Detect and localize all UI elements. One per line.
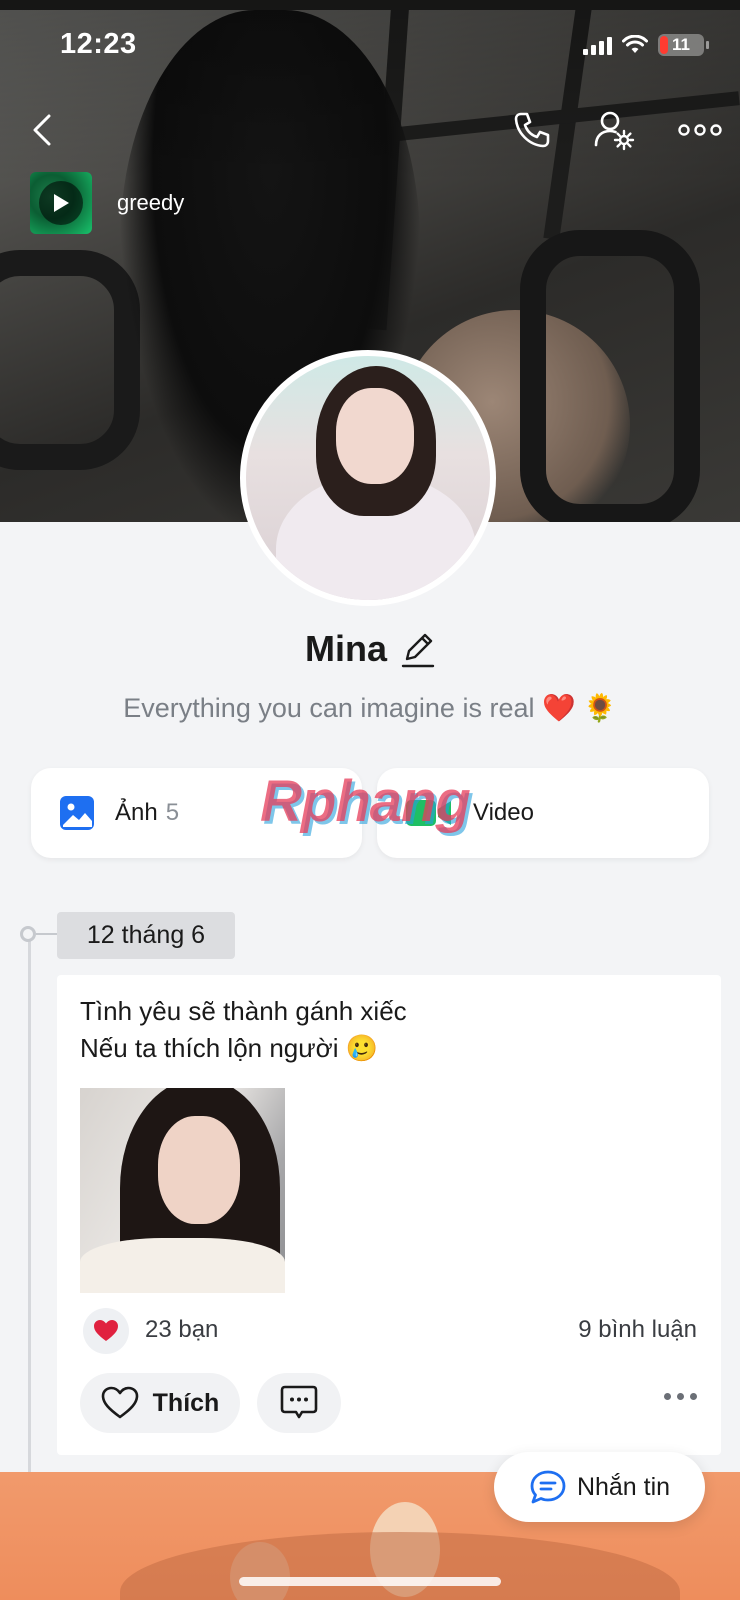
profile-bio: Everything you can imagine is real ❤️ 🌻 xyxy=(123,693,617,723)
play-button[interactable] xyxy=(39,181,83,225)
photos-count: 5 xyxy=(165,799,180,826)
ellipsis-icon xyxy=(678,124,722,136)
home-indicator xyxy=(239,1577,501,1586)
profile-name: Mina xyxy=(304,628,387,669)
status-time: 12:23 xyxy=(60,28,137,60)
music-title[interactable]: greedy xyxy=(117,190,184,216)
wifi-icon xyxy=(622,35,648,53)
photos-label: Ảnh xyxy=(115,799,158,826)
chevron-left-icon xyxy=(33,114,51,146)
image-icon xyxy=(60,796,94,830)
timeline-date: 12 tháng 6 xyxy=(57,912,235,959)
music-thumbnail[interactable] xyxy=(30,172,92,234)
post-more-button[interactable] xyxy=(664,1385,697,1408)
play-icon xyxy=(54,194,69,212)
call-button[interactable] xyxy=(508,106,556,154)
watermark: Rphang xyxy=(260,769,471,834)
signal-icon xyxy=(583,35,612,55)
avatar[interactable] xyxy=(240,350,496,606)
message-button[interactable]: Nhắn tin xyxy=(494,1452,705,1522)
post-card[interactable]: Tình yêu sẽ thành gánh xiếc Nếu ta thích… xyxy=(57,975,721,1455)
comment-count[interactable]: 9 bình luận xyxy=(578,1316,697,1344)
heart-icon xyxy=(94,1320,118,1341)
post-text: Tình yêu sẽ thành gánh xiếc Nếu ta thích… xyxy=(80,993,407,1067)
chat-bubble-icon xyxy=(530,1470,566,1504)
user-gear-icon xyxy=(594,111,635,151)
reaction-count[interactable]: 23 bạn xyxy=(145,1316,218,1344)
like-label: Thích xyxy=(152,1388,220,1417)
status-icons: 11 xyxy=(583,34,709,56)
reaction-heart[interactable] xyxy=(83,1308,129,1354)
profile-settings-button[interactable] xyxy=(590,106,638,154)
comment-icon xyxy=(280,1385,318,1419)
heart-outline-icon xyxy=(101,1386,138,1419)
profile-name-row: Mina xyxy=(0,628,740,670)
like-button[interactable]: Thích xyxy=(80,1373,240,1433)
timeline-dot xyxy=(20,926,36,942)
post-photo[interactable] xyxy=(80,1088,285,1293)
post-line: Tình yêu sẽ thành gánh xiếc xyxy=(80,996,407,1026)
videos-label: Video xyxy=(473,799,534,826)
back-button[interactable] xyxy=(18,106,66,154)
comment-button[interactable] xyxy=(257,1373,341,1433)
edit-pencil-icon[interactable] xyxy=(401,629,435,669)
battery-icon: 11 xyxy=(658,34,709,56)
post-line: Nếu ta thích lộn người 🥲 xyxy=(80,1033,379,1063)
battery-level: 11 xyxy=(672,35,690,54)
message-label: Nhắn tin xyxy=(576,1472,671,1501)
more-options-button[interactable] xyxy=(674,106,726,154)
phone-icon xyxy=(514,112,550,148)
